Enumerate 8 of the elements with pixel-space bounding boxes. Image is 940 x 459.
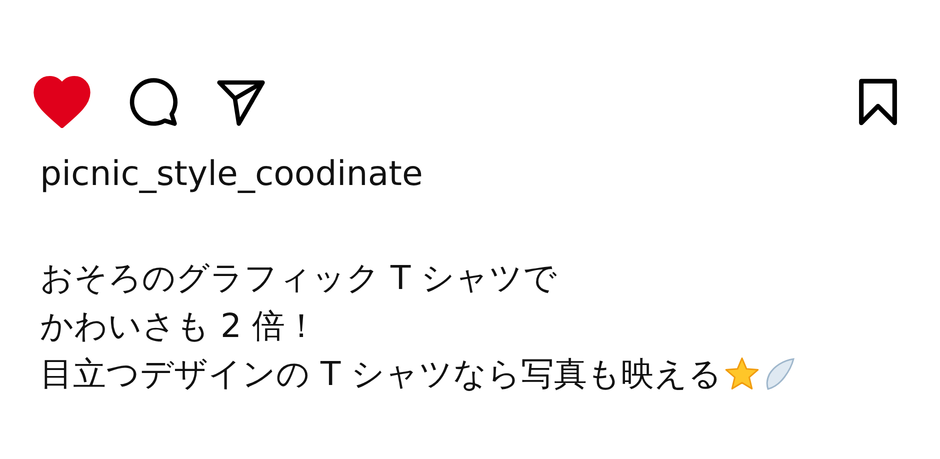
star-icon (724, 356, 760, 392)
heart-icon[interactable] (33, 76, 91, 128)
bookmark-icon[interactable] (856, 77, 900, 127)
comment-icon[interactable] (127, 76, 179, 128)
caption-line: おそろのグラフィック T シャツで (40, 257, 558, 299)
caption-line: 目立つデザインの T シャツなら写真も映える (40, 353, 722, 395)
caption-line: かわいさも 2 倍！ (40, 305, 318, 347)
username[interactable]: picnic_style_coodinate (40, 154, 423, 194)
